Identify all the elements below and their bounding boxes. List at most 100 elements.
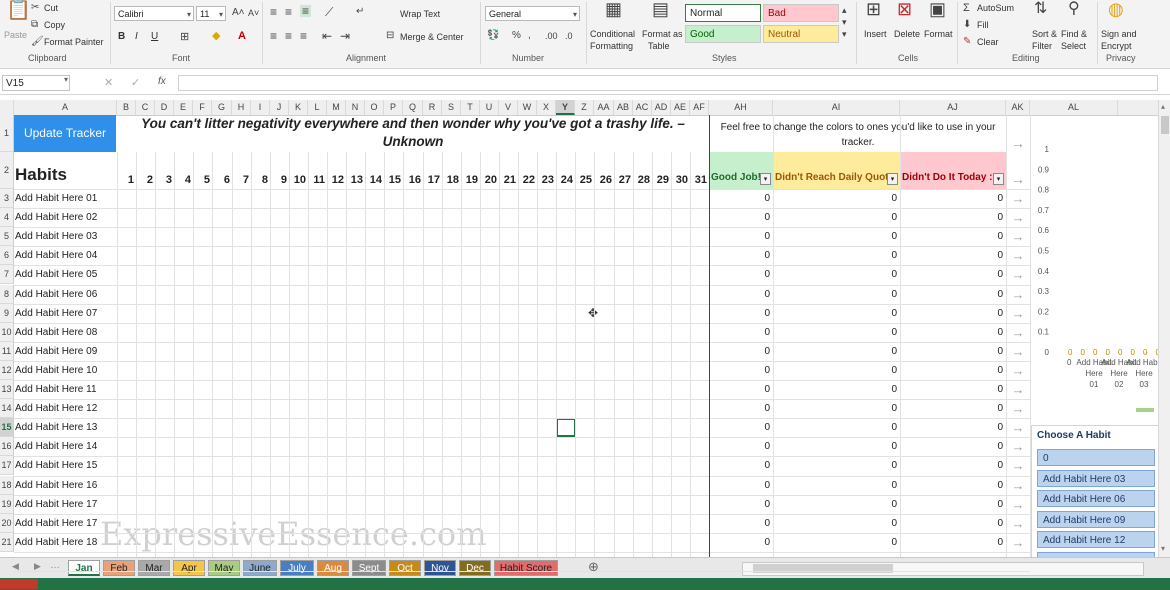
column-header-al[interactable]: AL [1030,100,1118,115]
quota-count[interactable]: 0 [773,476,900,495]
merge-center-button[interactable]: Merge & Center [400,32,464,42]
good-job-count[interactable]: 0 [710,323,773,342]
quota-count[interactable]: 0 [773,456,900,475]
quota-count[interactable]: 0 [773,285,900,304]
format-as-table-button[interactable]: Format as [642,29,683,39]
good-job-count[interactable]: 0 [710,361,773,380]
delete-icon[interactable]: ⊠ [897,0,912,18]
habit-name-cell[interactable]: Add Habit Here 18 [14,533,116,552]
didnt-do-count[interactable]: 0 [900,514,1006,533]
autosum-button[interactable]: AutoSum [977,3,1014,13]
good-job-count[interactable]: 0 [710,189,773,208]
tab-sept[interactable]: Sept [352,560,386,576]
good-job-count[interactable]: 0 [710,495,773,514]
styles-scroll-icon[interactable]: ▴ ▾ ▾ [842,4,847,40]
style-normal[interactable]: Normal [685,4,761,22]
column-header-k[interactable]: K [289,100,308,115]
format-button[interactable]: Format [924,29,953,39]
borders-icon[interactable]: ⊞ [180,31,189,43]
enter-icon[interactable]: ✓ [131,76,140,89]
format-painter-button[interactable]: Format Painter [44,37,104,47]
good-job-count[interactable]: 0 [710,342,773,361]
scroll-thumb[interactable] [1161,116,1169,134]
cancel-icon[interactable]: ✕ [104,76,113,89]
conditional-formatting-icon[interactable]: ▦ [605,0,622,18]
find-select-button-line2[interactable]: Select [1061,41,1086,51]
good-job-count[interactable]: 0 [710,304,773,323]
row-header-1[interactable]: 1 [0,115,14,152]
good-job-count[interactable]: 0 [710,227,773,246]
didnt-do-count[interactable]: 0 [900,304,1006,323]
underline-button[interactable]: U [151,31,158,42]
didnt-do-count[interactable]: 0 [900,265,1006,284]
column-header-v[interactable]: V [499,100,518,115]
align-right-icon[interactable]: ≡ [300,30,307,42]
filter-dropdown-icon[interactable]: ▾ [993,173,1004,185]
quota-count[interactable]: 0 [773,342,900,361]
column-header-d[interactable]: D [155,100,174,115]
filter-dropdown-icon[interactable]: ▾ [760,173,771,185]
format-icon[interactable]: ▣ [929,0,946,18]
row-header-9[interactable]: 9 [0,303,14,323]
selected-cell[interactable] [556,418,576,437]
quota-count[interactable]: 0 [773,265,900,284]
autosum-icon[interactable]: Σ [963,2,970,14]
row-header-6[interactable]: 6 [0,246,14,266]
slicer-item[interactable]: Add Habit Here 09 [1037,510,1155,528]
quota-count[interactable]: 0 [773,533,900,552]
habit-name-cell[interactable]: Add Habit Here 11 [14,380,116,399]
habit-name-cell[interactable]: Add Habit Here 14 [14,437,116,456]
column-header-n[interactable]: N [346,100,365,115]
row-header-19[interactable]: 19 [0,494,14,514]
sign-encrypt-button-line2[interactable]: Encrypt [1101,41,1132,51]
conditional-formatting-button[interactable]: Conditional [590,29,635,39]
cut-icon[interactable]: ✂ [31,2,39,14]
row-header-15[interactable]: 15 [0,418,14,438]
column-header-w[interactable]: W [518,100,537,115]
habit-name-cell[interactable]: Add Habit Here 17 [14,495,116,514]
didnt-do-count[interactable]: 0 [900,227,1006,246]
sort-filter-button-line2[interactable]: Filter [1032,41,1052,51]
column-header-g[interactable]: G [212,100,232,115]
row-header-3[interactable]: 3 [0,189,14,209]
column-header-ad[interactable]: AD [652,100,671,115]
tab-jan[interactable]: Jan [68,560,100,576]
row-header-11[interactable]: 11 [0,341,14,361]
sort-filter-icon[interactable]: ⇅ [1034,1,1047,17]
row-header-17[interactable]: 17 [0,456,14,476]
font-size-select[interactable]: 11 [196,6,226,22]
style-bad[interactable]: Bad [763,4,839,22]
didnt-do-count[interactable]: 0 [900,399,1006,418]
formula-input[interactable] [178,75,1158,91]
column-header-z[interactable]: Z [575,100,594,115]
insert-button[interactable]: Insert [864,29,887,39]
row-header-18[interactable]: 18 [0,475,14,495]
row-header-13[interactable]: 13 [0,380,14,400]
habit-name-cell[interactable]: Add Habit Here 16 [14,476,116,495]
didnt-do-count[interactable]: 0 [900,380,1006,399]
wrap-text-icon[interactable]: ↵ [356,6,364,18]
clear-icon[interactable]: ✎ [963,36,971,48]
format-as-table-icon[interactable]: ▤ [652,0,669,18]
align-center-icon[interactable]: ≡ [285,30,292,42]
fill-icon[interactable]: ⬇ [963,19,971,31]
row-header-8[interactable]: 8 [0,284,14,304]
good-job-count[interactable]: 0 [710,514,773,533]
horizontal-scrollbar[interactable] [742,562,1144,576]
quota-count[interactable]: 0 [773,189,900,208]
tab-july[interactable]: July [280,560,314,576]
quota-count[interactable]: 0 [773,304,900,323]
column-header-e[interactable]: E [174,100,193,115]
column-header-r[interactable]: R [423,100,442,115]
style-good[interactable]: Good [685,25,761,43]
column-header-t[interactable]: T [461,100,480,115]
paste-button[interactable]: Paste [4,30,27,40]
vertical-scrollbar[interactable]: ▴ ▾ [1158,100,1170,557]
habit-name-cell[interactable]: Add Habit Here 08 [14,323,116,342]
increase-decimal-icon[interactable]: .00 [545,30,558,42]
row-header-2[interactable]: 2 [0,152,14,189]
column-header-ae[interactable]: AE [671,100,690,115]
tab-dec[interactable]: Dec [459,560,491,576]
merge-center-icon[interactable]: ⊟ [386,30,394,42]
font-color-icon[interactable]: A [238,30,246,42]
